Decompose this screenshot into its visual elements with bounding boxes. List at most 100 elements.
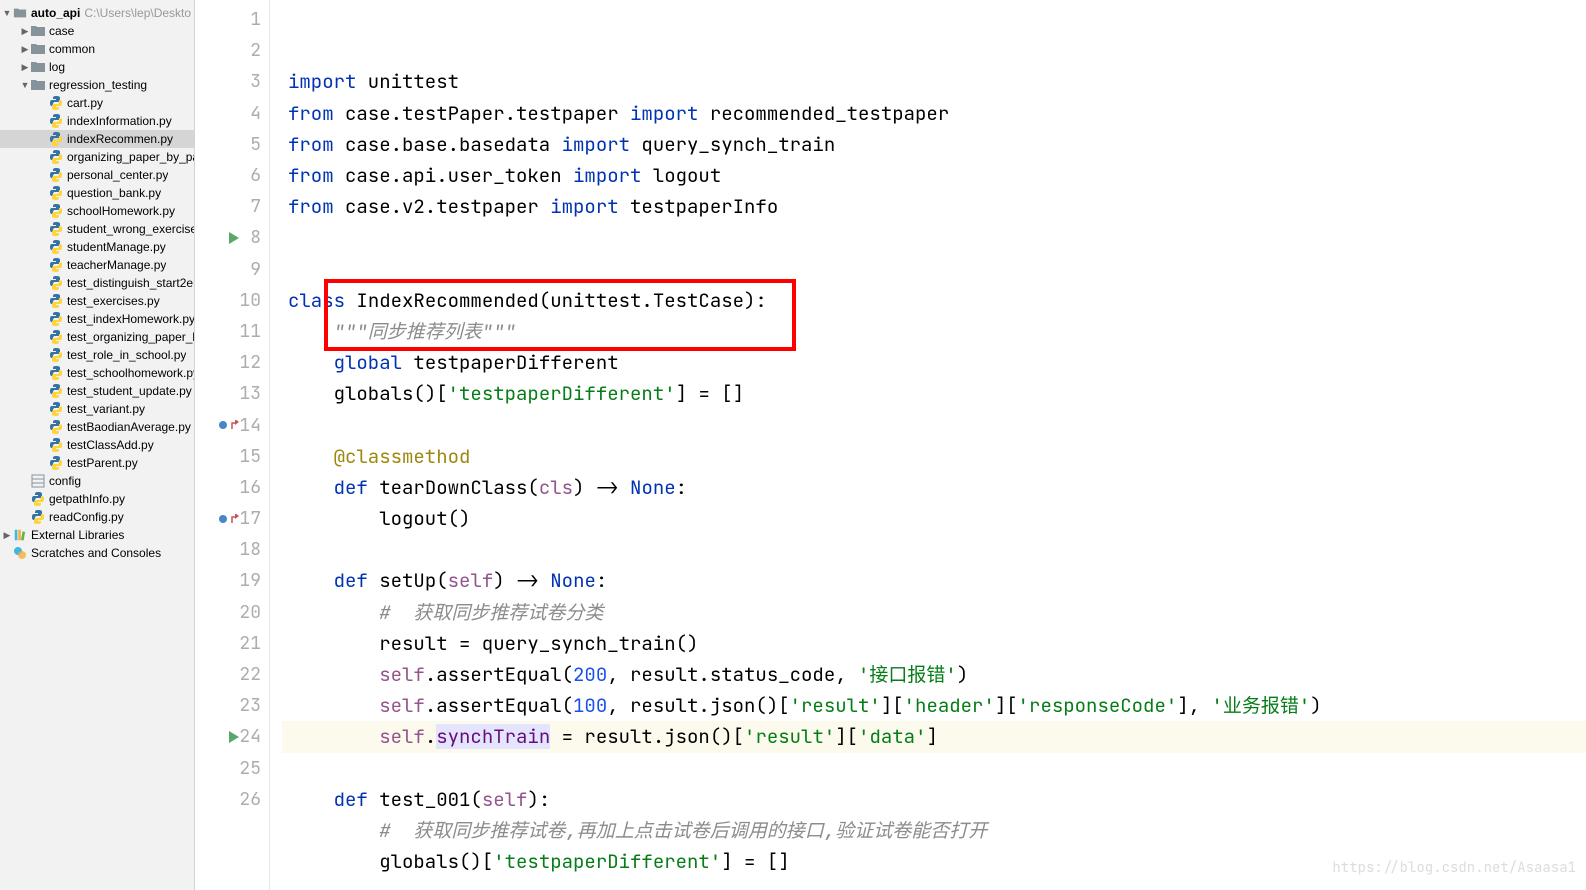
tree-item-test-variant-py[interactable]: test_variant.py bbox=[0, 400, 194, 418]
code-line-19[interactable]: result = query_synch_train() bbox=[282, 628, 1586, 659]
code-line-5[interactable]: from case.v2.testpaper import testpaperI… bbox=[282, 191, 1586, 222]
gutter-line-24[interactable]: 24 bbox=[195, 721, 269, 752]
tree-item-schoolhomework-py[interactable]: schoolHomework.py bbox=[0, 202, 194, 220]
tree-item-test-schoolhomework-py[interactable]: test_schoolhomework.py bbox=[0, 364, 194, 382]
code-line-13[interactable]: @classmethod bbox=[282, 441, 1586, 472]
tree-item-test-role-in-school-py[interactable]: test_role_in_school.py bbox=[0, 346, 194, 364]
line-number: 24 bbox=[239, 725, 261, 748]
gutter-line-22[interactable]: 22 bbox=[195, 659, 269, 690]
code-line-10[interactable]: global testpaperDifferent bbox=[282, 347, 1586, 378]
gutter-line-23[interactable]: 23 bbox=[195, 690, 269, 721]
tree-item-testclassadd-py[interactable]: testClassAdd.py bbox=[0, 436, 194, 454]
run-test-icon[interactable] bbox=[229, 731, 239, 743]
tree-item-testparent-py[interactable]: testParent.py bbox=[0, 454, 194, 472]
gutter-line-18[interactable]: 18 bbox=[195, 534, 269, 565]
code-area[interactable]: import unittestfrom case.testPaper.testp… bbox=[282, 0, 1586, 890]
override-method-icon[interactable] bbox=[218, 514, 239, 524]
tree-item-test-indexhomework-py[interactable]: test_indexHomework.py bbox=[0, 310, 194, 328]
tree-item-test-distinguish-start2en[interactable]: test_distinguish_start2en bbox=[0, 274, 194, 292]
code-line-7[interactable] bbox=[282, 254, 1586, 285]
gutter-line-10[interactable]: 10 bbox=[195, 285, 269, 316]
tree-item-student-wrong-exercise-[interactable]: student_wrong_exercise. bbox=[0, 220, 194, 238]
code-line-15[interactable]: logout() bbox=[282, 503, 1586, 534]
code-line-11[interactable]: globals()['testpaperDifferent'] = [] bbox=[282, 378, 1586, 409]
code-line-22[interactable]: self.synchTrain = result.json()['result'… bbox=[282, 721, 1586, 752]
gutter[interactable]: 1234567891011121314151617181920212223242… bbox=[195, 0, 270, 890]
gutter-line-15[interactable]: 15 bbox=[195, 441, 269, 472]
code-line-20[interactable]: self.assertEqual(200, result.status_code… bbox=[282, 659, 1586, 690]
code-editor[interactable]: 1234567891011121314151617181920212223242… bbox=[195, 0, 1586, 890]
tree-item-regression-testing[interactable]: ▼regression_testing bbox=[0, 76, 194, 94]
code-line-18[interactable]: # 获取同步推荐试卷分类 bbox=[282, 597, 1586, 628]
code-line-1[interactable]: import unittest bbox=[282, 66, 1586, 97]
gutter-line-11[interactable]: 11 bbox=[195, 316, 269, 347]
tree-item-teachermanage-py[interactable]: teacherManage.py bbox=[0, 256, 194, 274]
gutter-line-16[interactable]: 16 bbox=[195, 472, 269, 503]
gutter-line-19[interactable]: 19 bbox=[195, 565, 269, 596]
gutter-line-6[interactable]: 6 bbox=[195, 160, 269, 191]
tree-item-personal-center-py[interactable]: personal_center.py bbox=[0, 166, 194, 184]
external-libraries[interactable]: ▶ External Libraries bbox=[0, 526, 194, 544]
override-method-icon[interactable] bbox=[218, 420, 239, 430]
code-line-3[interactable]: from case.base.basedata import query_syn… bbox=[282, 129, 1586, 160]
gutter-line-17[interactable]: 17 bbox=[195, 503, 269, 534]
gutter-line-25[interactable]: 25 bbox=[195, 753, 269, 784]
tree-item-test-student-update-py[interactable]: test_student_update.py bbox=[0, 382, 194, 400]
gutter-line-26[interactable]: 26 bbox=[195, 784, 269, 815]
expand-arrow-icon[interactable]: ▶ bbox=[20, 44, 30, 55]
gutter-line-14[interactable]: 14 bbox=[195, 409, 269, 440]
code-line-6[interactable] bbox=[282, 222, 1586, 253]
code-line-25[interactable]: # 获取同步推荐试卷,再加上点击试卷后调用的接口,验证试卷能否打开 bbox=[282, 815, 1586, 846]
gutter-line-4[interactable]: 4 bbox=[195, 98, 269, 129]
expand-arrow-icon[interactable]: ▶ bbox=[20, 62, 30, 73]
tree-item-question-bank-py[interactable]: question_bank.py bbox=[0, 184, 194, 202]
tree-item-label: test_organizing_paper_b bbox=[67, 330, 194, 344]
tree-item-getpathinfo-py[interactable]: getpathInfo.py bbox=[0, 490, 194, 508]
tree-item-organizing-paper-by-pa[interactable]: organizing_paper_by_pa bbox=[0, 148, 194, 166]
tree-item-test-organizing-paper-b[interactable]: test_organizing_paper_b bbox=[0, 328, 194, 346]
gutter-line-12[interactable]: 12 bbox=[195, 347, 269, 378]
code-line-12[interactable] bbox=[282, 409, 1586, 440]
gutter-line-9[interactable]: 9 bbox=[195, 254, 269, 285]
code-line-23[interactable] bbox=[282, 753, 1586, 784]
code-line-21[interactable]: self.assertEqual(100, result.json()['res… bbox=[282, 690, 1586, 721]
tree-item-case[interactable]: ▶case bbox=[0, 22, 194, 40]
code-line-17[interactable]: def setUp(self) -> None: bbox=[282, 565, 1586, 596]
code-line-24[interactable]: def test_001(self): bbox=[282, 784, 1586, 815]
tree-item-indexrecommen-py[interactable]: indexRecommen.py bbox=[0, 130, 194, 148]
tree-item-config[interactable]: config bbox=[0, 472, 194, 490]
run-test-icon[interactable] bbox=[229, 232, 239, 244]
tree-item-common[interactable]: ▶common bbox=[0, 40, 194, 58]
gutter-line-2[interactable]: 2 bbox=[195, 35, 269, 66]
code-line-16[interactable] bbox=[282, 534, 1586, 565]
code-line-14[interactable]: def tearDownClass(cls) -> None: bbox=[282, 472, 1586, 503]
code-line-26[interactable]: globals()['testpaperDifferent'] = [] bbox=[282, 846, 1586, 877]
tree-item-studentmanage-py[interactable]: studentManage.py bbox=[0, 238, 194, 256]
tree-item-log[interactable]: ▶log bbox=[0, 58, 194, 76]
tree-item-readconfig-py[interactable]: readConfig.py bbox=[0, 508, 194, 526]
gutter-line-8[interactable]: 8 bbox=[195, 222, 269, 253]
gutter-line-21[interactable]: 21 bbox=[195, 628, 269, 659]
gutter-line-7[interactable]: 7 bbox=[195, 191, 269, 222]
code-line-8[interactable]: class IndexRecommended(unittest.TestCase… bbox=[282, 285, 1586, 316]
project-tree-sidebar[interactable]: ▼ auto_api C:\Users\lep\Deskto ▶case▶com… bbox=[0, 0, 195, 890]
code-line-4[interactable]: from case.api.user_token import logout bbox=[282, 160, 1586, 191]
gutter-line-20[interactable]: 20 bbox=[195, 597, 269, 628]
code-line-2[interactable]: from case.testPaper.testpaper import rec… bbox=[282, 98, 1586, 129]
tree-item-test-exercises-py[interactable]: test_exercises.py bbox=[0, 292, 194, 310]
gutter-line-3[interactable]: 3 bbox=[195, 66, 269, 97]
fold-area[interactable] bbox=[270, 0, 282, 890]
gutter-line-1[interactable]: 1 bbox=[195, 4, 269, 35]
tree-item-cart-py[interactable]: cart.py bbox=[0, 94, 194, 112]
gutter-line-13[interactable]: 13 bbox=[195, 378, 269, 409]
tree-item-testbaodianaverage-py[interactable]: testBaodianAverage.py bbox=[0, 418, 194, 436]
expand-arrow-icon[interactable]: ▼ bbox=[2, 8, 12, 18]
tree-root[interactable]: ▼ auto_api C:\Users\lep\Deskto bbox=[0, 4, 194, 22]
gutter-line-5[interactable]: 5 bbox=[195, 129, 269, 160]
expand-arrow-icon[interactable]: ▼ bbox=[20, 80, 30, 90]
scratches-consoles[interactable]: Scratches and Consoles bbox=[0, 544, 194, 562]
tree-item-indexinformation-py[interactable]: indexInformation.py bbox=[0, 112, 194, 130]
expand-arrow-icon[interactable]: ▶ bbox=[2, 530, 12, 541]
expand-arrow-icon[interactable]: ▶ bbox=[20, 26, 30, 37]
code-line-9[interactable]: """同步推荐列表""" bbox=[282, 316, 1586, 347]
